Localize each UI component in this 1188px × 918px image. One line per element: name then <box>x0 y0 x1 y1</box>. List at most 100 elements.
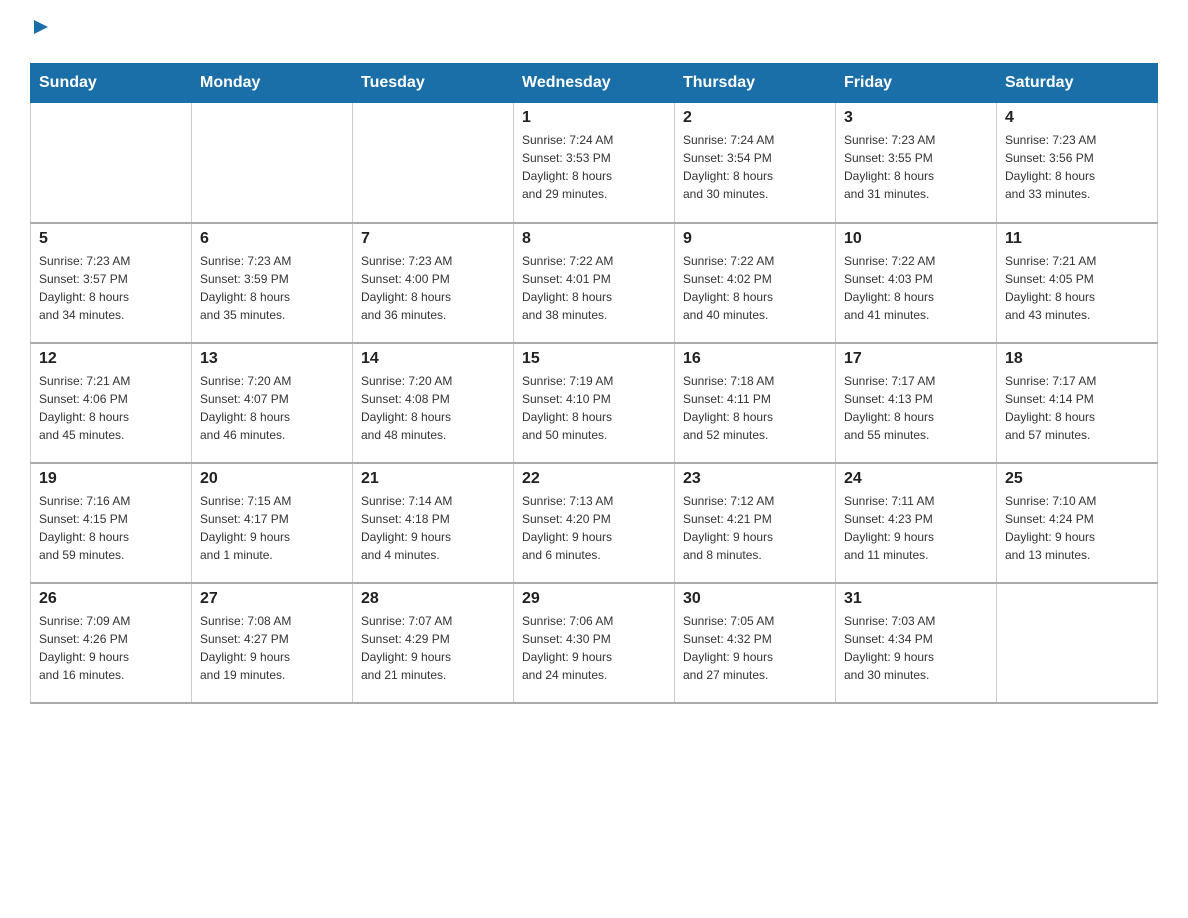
day-number: 26 <box>39 590 183 608</box>
day-info: Sunrise: 7:19 AM Sunset: 4:10 PM Dayligh… <box>522 372 666 444</box>
day-info: Sunrise: 7:15 AM Sunset: 4:17 PM Dayligh… <box>200 492 344 564</box>
day-info: Sunrise: 7:20 AM Sunset: 4:08 PM Dayligh… <box>361 372 505 444</box>
day-number: 6 <box>200 230 344 248</box>
calendar-cell: 6 Sunrise: 7:23 AM Sunset: 3:59 PM Daylig… <box>192 223 353 343</box>
calendar-cell: 20 Sunrise: 7:15 AM Sunset: 4:17 PM Dayli… <box>192 463 353 583</box>
day-info: Sunrise: 7:06 AM Sunset: 4:30 PM Dayligh… <box>522 612 666 684</box>
day-number: 1 <box>522 109 666 127</box>
calendar-cell: 24Sunrise: 7:11 AM Sunset: 4:23 PM Dayli… <box>836 463 997 583</box>
day-number: 23 <box>683 470 827 488</box>
day-info: Sunrise: 7:24 AM Sunset: 3:53 PM Dayligh… <box>522 131 666 203</box>
calendar-week-row: 19 Sunrise: 7:16 AM Sunset: 4:15 PM Dayli… <box>31 463 1158 583</box>
day-number: 21 <box>361 470 505 488</box>
day-number: 28 <box>361 590 505 608</box>
day-info: Sunrise: 7:23 AM Sunset: 3:55 PM Dayligh… <box>844 131 988 203</box>
calendar-cell: 14 Sunrise: 7:20 AM Sunset: 4:08 PM Dayli… <box>353 343 514 463</box>
calendar-cell: 13 Sunrise: 7:20 AM Sunset: 4:07 PM Dayli… <box>192 343 353 463</box>
day-number: 16 <box>683 350 827 368</box>
calendar-cell: 12 Sunrise: 7:21 AM Sunset: 4:06 PM Dayli… <box>31 343 192 463</box>
day-info: Sunrise: 7:07 AM Sunset: 4:29 PM Dayligh… <box>361 612 505 684</box>
day-number: 14 <box>361 350 505 368</box>
calendar-week-row: 1 Sunrise: 7:24 AM Sunset: 3:53 PM Daylig… <box>31 103 1158 223</box>
day-number: 5 <box>39 230 183 248</box>
calendar-cell: 3 Sunrise: 7:23 AM Sunset: 3:55 PM Daylig… <box>836 103 997 223</box>
day-info: Sunrise: 7:23 AM Sunset: 3:57 PM Dayligh… <box>39 252 183 324</box>
calendar-header-row: SundayMondayTuesdayWednesdayThursdayFrid… <box>31 64 1158 103</box>
calendar-cell <box>31 103 192 223</box>
day-info: Sunrise: 7:10 AM Sunset: 4:24 PM Dayligh… <box>1005 492 1149 564</box>
day-number: 11 <box>1005 230 1149 248</box>
calendar-cell: 21Sunrise: 7:14 AM Sunset: 4:18 PM Dayli… <box>353 463 514 583</box>
calendar-cell: 2Sunrise: 7:24 AM Sunset: 3:54 PM Daylig… <box>675 103 836 223</box>
day-number: 10 <box>844 230 988 248</box>
day-number: 2 <box>683 109 827 127</box>
day-info: Sunrise: 7:23 AM Sunset: 3:56 PM Dayligh… <box>1005 131 1149 203</box>
day-number: 22 <box>522 470 666 488</box>
calendar-cell: 7 Sunrise: 7:23 AM Sunset: 4:00 PM Daylig… <box>353 223 514 343</box>
day-info: Sunrise: 7:23 AM Sunset: 3:59 PM Dayligh… <box>200 252 344 324</box>
day-info: Sunrise: 7:12 AM Sunset: 4:21 PM Dayligh… <box>683 492 827 564</box>
calendar-week-row: 12 Sunrise: 7:21 AM Sunset: 4:06 PM Dayli… <box>31 343 1158 463</box>
day-of-week-header: Wednesday <box>514 64 675 103</box>
day-of-week-header: Thursday <box>675 64 836 103</box>
calendar-cell: 16 Sunrise: 7:18 AM Sunset: 4:11 PM Dayli… <box>675 343 836 463</box>
calendar-cell: 4Sunrise: 7:23 AM Sunset: 3:56 PM Daylig… <box>997 103 1158 223</box>
calendar-cell: 31Sunrise: 7:03 AM Sunset: 4:34 PM Dayli… <box>836 583 997 703</box>
day-info: Sunrise: 7:11 AM Sunset: 4:23 PM Dayligh… <box>844 492 988 564</box>
calendar-cell: 26Sunrise: 7:09 AM Sunset: 4:26 PM Dayli… <box>31 583 192 703</box>
calendar-week-row: 5 Sunrise: 7:23 AM Sunset: 3:57 PM Daylig… <box>31 223 1158 343</box>
calendar-cell <box>192 103 353 223</box>
day-number: 15 <box>522 350 666 368</box>
day-info: Sunrise: 7:05 AM Sunset: 4:32 PM Dayligh… <box>683 612 827 684</box>
calendar-cell <box>997 583 1158 703</box>
day-info: Sunrise: 7:17 AM Sunset: 4:13 PM Dayligh… <box>844 372 988 444</box>
day-number: 13 <box>200 350 344 368</box>
day-number: 30 <box>683 590 827 608</box>
day-info: Sunrise: 7:23 AM Sunset: 4:00 PM Dayligh… <box>361 252 505 324</box>
calendar-cell: 17Sunrise: 7:17 AM Sunset: 4:13 PM Dayli… <box>836 343 997 463</box>
day-number: 18 <box>1005 350 1149 368</box>
day-number: 8 <box>522 230 666 248</box>
day-number: 7 <box>361 230 505 248</box>
day-number: 25 <box>1005 470 1149 488</box>
day-info: Sunrise: 7:22 AM Sunset: 4:02 PM Dayligh… <box>683 252 827 324</box>
day-info: Sunrise: 7:21 AM Sunset: 4:06 PM Dayligh… <box>39 372 183 444</box>
day-number: 29 <box>522 590 666 608</box>
day-number: 20 <box>200 470 344 488</box>
calendar-cell: 25 Sunrise: 7:10 AM Sunset: 4:24 PM Dayli… <box>997 463 1158 583</box>
calendar-cell: 30 Sunrise: 7:05 AM Sunset: 4:32 PM Dayli… <box>675 583 836 703</box>
day-info: Sunrise: 7:17 AM Sunset: 4:14 PM Dayligh… <box>1005 372 1149 444</box>
logo <box>30 20 50 43</box>
day-info: Sunrise: 7:18 AM Sunset: 4:11 PM Dayligh… <box>683 372 827 444</box>
day-number: 19 <box>39 470 183 488</box>
day-of-week-header: Tuesday <box>353 64 514 103</box>
day-info: Sunrise: 7:22 AM Sunset: 4:01 PM Dayligh… <box>522 252 666 324</box>
day-info: Sunrise: 7:20 AM Sunset: 4:07 PM Dayligh… <box>200 372 344 444</box>
day-number: 12 <box>39 350 183 368</box>
day-number: 9 <box>683 230 827 248</box>
day-info: Sunrise: 7:16 AM Sunset: 4:15 PM Dayligh… <box>39 492 183 564</box>
logo-triangle-icon <box>32 18 50 41</box>
calendar-week-row: 26Sunrise: 7:09 AM Sunset: 4:26 PM Dayli… <box>31 583 1158 703</box>
calendar-cell: 5 Sunrise: 7:23 AM Sunset: 3:57 PM Daylig… <box>31 223 192 343</box>
day-info: Sunrise: 7:08 AM Sunset: 4:27 PM Dayligh… <box>200 612 344 684</box>
day-info: Sunrise: 7:21 AM Sunset: 4:05 PM Dayligh… <box>1005 252 1149 324</box>
calendar-cell: 28 Sunrise: 7:07 AM Sunset: 4:29 PM Dayli… <box>353 583 514 703</box>
day-of-week-header: Monday <box>192 64 353 103</box>
calendar-cell: 22 Sunrise: 7:13 AM Sunset: 4:20 PM Dayli… <box>514 463 675 583</box>
day-number: 3 <box>844 109 988 127</box>
calendar-cell: 1 Sunrise: 7:24 AM Sunset: 3:53 PM Daylig… <box>514 103 675 223</box>
day-info: Sunrise: 7:03 AM Sunset: 4:34 PM Dayligh… <box>844 612 988 684</box>
page-header <box>30 20 1158 43</box>
day-info: Sunrise: 7:22 AM Sunset: 4:03 PM Dayligh… <box>844 252 988 324</box>
calendar-cell: 19 Sunrise: 7:16 AM Sunset: 4:15 PM Dayli… <box>31 463 192 583</box>
calendar-cell: 11 Sunrise: 7:21 AM Sunset: 4:05 PM Dayli… <box>997 223 1158 343</box>
calendar-cell: 15 Sunrise: 7:19 AM Sunset: 4:10 PM Dayli… <box>514 343 675 463</box>
calendar-cell: 10 Sunrise: 7:22 AM Sunset: 4:03 PM Dayli… <box>836 223 997 343</box>
calendar-table: SundayMondayTuesdayWednesdayThursdayFrid… <box>30 63 1158 704</box>
day-info: Sunrise: 7:13 AM Sunset: 4:20 PM Dayligh… <box>522 492 666 564</box>
calendar-cell: 8 Sunrise: 7:22 AM Sunset: 4:01 PM Daylig… <box>514 223 675 343</box>
calendar-cell: 29 Sunrise: 7:06 AM Sunset: 4:30 PM Dayli… <box>514 583 675 703</box>
calendar-cell: 9 Sunrise: 7:22 AM Sunset: 4:02 PM Daylig… <box>675 223 836 343</box>
calendar-cell: 27Sunrise: 7:08 AM Sunset: 4:27 PM Dayli… <box>192 583 353 703</box>
